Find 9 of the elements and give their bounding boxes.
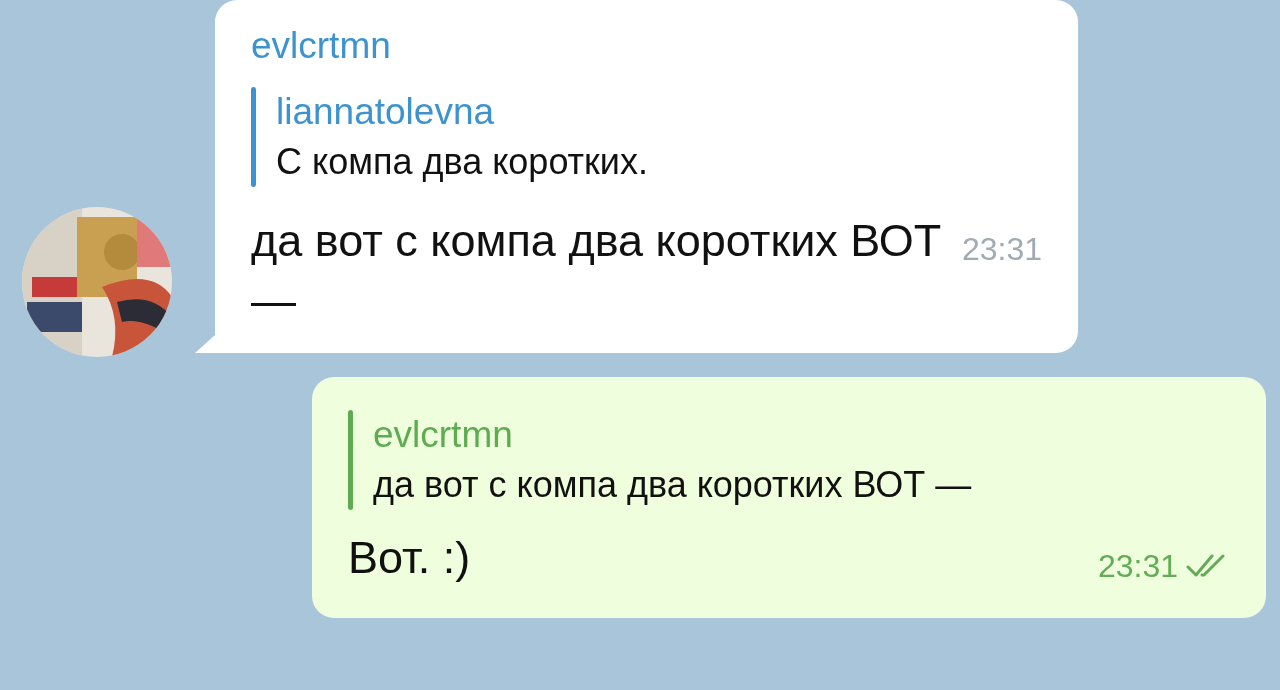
reply-text: да вот с компа два коротких ВОТ — (373, 463, 972, 507)
message-time: 23:31 (1097, 547, 1178, 586)
message-text: Вот. :) (348, 532, 471, 583)
message-time: 23:31 (961, 230, 1042, 269)
reply-text: С компа два коротких. (276, 140, 648, 184)
sender-name: evlcrtmn (251, 24, 392, 68)
message-text: да вот с компа два коротких ВОТ — (251, 215, 942, 326)
reply-sender[interactable]: liannatolevna (276, 87, 648, 137)
reply-sender[interactable]: evlcrtmn (373, 410, 972, 460)
